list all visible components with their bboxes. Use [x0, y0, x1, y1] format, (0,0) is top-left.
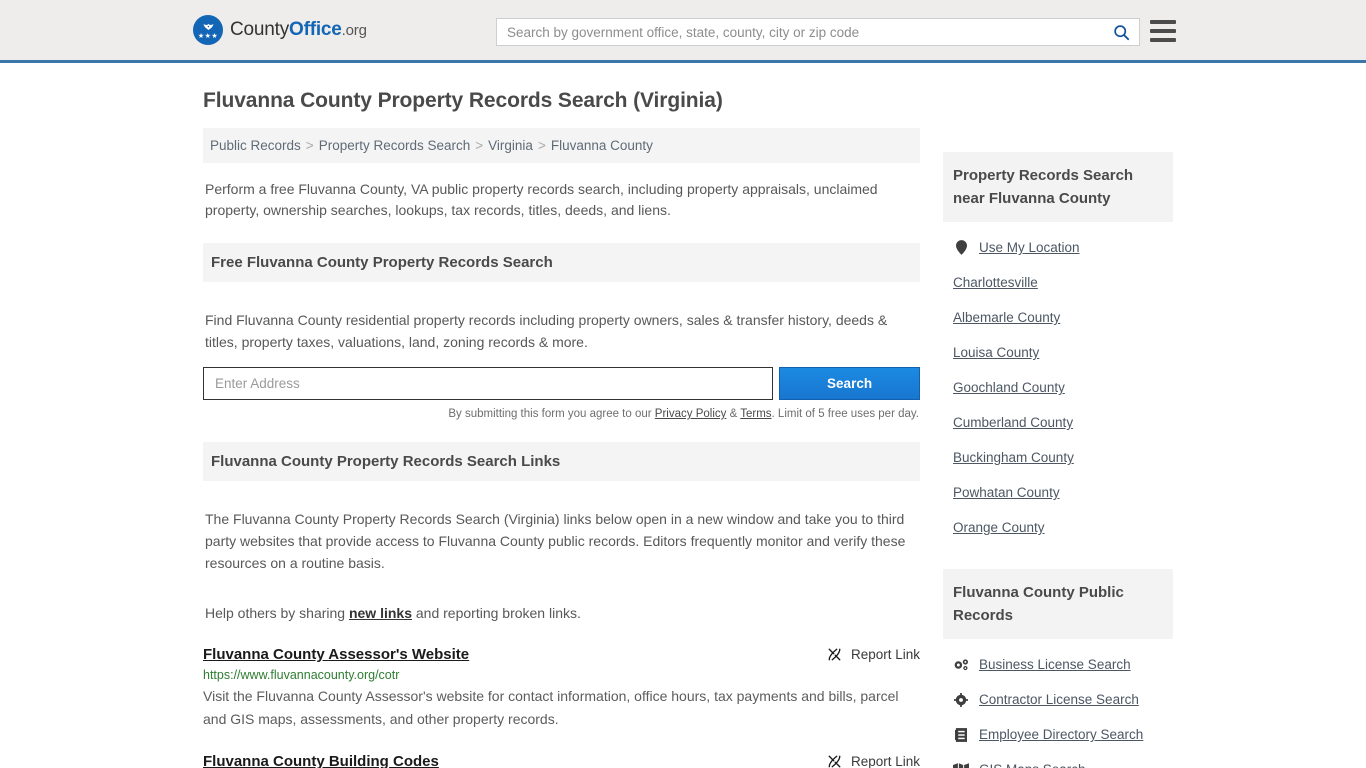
logo-wordmark: CountyOffice.org — [230, 19, 367, 41]
breadcrumb: Public Records > Property Records Search > V… — [203, 128, 920, 163]
public-records-panel-heading: Fluvanna County Public Records — [943, 569, 1173, 639]
logo-text-county: County — [230, 19, 290, 40]
nearby-panel-heading: Property Records Search near Fluvanna Co… — [943, 152, 1173, 222]
sidebar-link-label[interactable]: GIS Maps Search — [979, 762, 1086, 768]
global-search-input[interactable] — [497, 24, 1113, 40]
sidebar-link-label[interactable]: Albemarle County — [953, 310, 1060, 325]
sidebar-link-label[interactable]: Louisa County — [953, 345, 1039, 360]
search-icon[interactable] — [1113, 24, 1130, 41]
public-records-panel: Fluvanna County Public Records Business … — [943, 569, 1173, 768]
sidebar-item-business-license-search[interactable]: Business License Search — [953, 647, 1163, 682]
sidebar-link-label[interactable]: Buckingham County — [953, 450, 1074, 465]
sidebar-item-louisa-county[interactable]: Louisa County — [953, 335, 1163, 370]
report-link-label: Report Link — [850, 647, 920, 662]
search-button[interactable]: Search — [779, 367, 920, 400]
free-search-panel-body: Find Fluvanna County residential propert… — [205, 312, 888, 350]
breadcrumb-item-virginia[interactable]: Virginia — [488, 138, 533, 153]
sidebar-item-charlottesville[interactable]: Charlottesville — [953, 265, 1163, 300]
logo-stars: ★★★ — [197, 32, 219, 40]
sidebar-link-label[interactable]: Employee Directory Search — [979, 727, 1143, 742]
sidebar-item-employee-directory-search[interactable]: Employee Directory Search — [953, 717, 1163, 752]
sidebar: Property Records Search near Fluvanna Co… — [943, 128, 1173, 768]
result-description: Visit the Fluvanna County Assessor's web… — [203, 688, 899, 727]
result-header: Fluvanna County Building Codes Report Li… — [203, 753, 920, 768]
page-title: Fluvanna County Property Records Search … — [203, 89, 723, 112]
sidebar-item-use-my-location[interactable]: Use My Location — [953, 230, 1163, 265]
breadcrumb-item-public-records[interactable]: Public Records — [210, 138, 301, 153]
public-records-panel-list: Business License Search Contractor Licen… — [943, 639, 1173, 768]
eagle-glyph — [203, 23, 213, 30]
breadcrumb-separator: > — [537, 138, 546, 153]
sidebar-link-label[interactable]: Use My Location — [979, 240, 1080, 255]
site-header: ★★★ CountyOffice.org — [0, 0, 1366, 63]
logo-text-office: Office — [289, 19, 342, 40]
disclaimer-prefix: By submitting this form you agree to our — [448, 408, 655, 420]
sidebar-link-label[interactable]: Contractor License Search — [979, 692, 1139, 707]
disclaimer-suffix: . Limit of 5 free uses per day. — [771, 408, 919, 420]
privacy-policy-link[interactable]: Privacy Policy — [655, 408, 727, 420]
result-item: Fluvanna County Assessor's Website Repor… — [203, 646, 920, 731]
broken-link-icon — [827, 754, 842, 768]
sidebar-item-contractor-license-search[interactable]: Contractor License Search — [953, 682, 1163, 717]
breadcrumb-item-property-records-search[interactable]: Property Records Search — [319, 138, 471, 153]
sidebar-item-buckingham-county[interactable]: Buckingham County — [953, 440, 1163, 475]
global-search-bar[interactable] — [496, 18, 1140, 46]
report-link-button[interactable]: Report Link — [827, 647, 920, 662]
result-url: https://www.fluvannacounty.org/cotr — [203, 668, 400, 682]
nearby-panel-list: Use My Location Charlottesville Albemarl… — [943, 222, 1173, 545]
sidebar-link-label[interactable]: Goochland County — [953, 380, 1065, 395]
new-links-link[interactable]: new links — [349, 605, 412, 621]
help-suffix: and reporting broken links. — [412, 605, 581, 621]
result-title-link[interactable]: Fluvanna County Assessor's Website — [203, 646, 469, 663]
result-item: Fluvanna County Building Codes Report Li… — [203, 753, 920, 768]
site-logo[interactable]: ★★★ CountyOffice.org — [193, 15, 367, 45]
sidebar-item-powhatan-county[interactable]: Powhatan County — [953, 475, 1163, 510]
sidebar-link-label[interactable]: Powhatan County — [953, 485, 1060, 500]
report-link-label: Report Link — [850, 754, 920, 768]
directory-icon — [953, 727, 969, 742]
sidebar-item-goochland-county[interactable]: Goochland County — [953, 370, 1163, 405]
links-panel-heading: Fluvanna County Property Records Search … — [203, 442, 920, 481]
result-header: Fluvanna County Assessor's Website Repor… — [203, 646, 920, 663]
terms-link[interactable]: Terms — [740, 408, 771, 420]
cogs-icon — [953, 658, 969, 672]
form-disclaimer: By submitting this form you agree to our… — [203, 408, 920, 420]
nearby-search-panel: Property Records Search near Fluvanna Co… — [943, 152, 1173, 545]
broken-link-icon — [827, 647, 842, 662]
address-search-form: Search — [203, 367, 920, 400]
sidebar-link-label[interactable]: Business License Search — [979, 657, 1131, 672]
content-layout: Public Records > Property Records Search > V… — [203, 128, 1173, 768]
sidebar-item-gis-maps-search[interactable]: GIS Maps Search — [953, 752, 1163, 768]
sidebar-link-label[interactable]: Cumberland County — [953, 415, 1073, 430]
breadcrumb-separator: > — [305, 138, 314, 153]
page-lead-text: Perform a free Fluvanna County, VA publi… — [205, 181, 878, 218]
gear-icon — [953, 692, 969, 707]
free-search-panel-heading: Free Fluvanna County Property Records Se… — [203, 243, 920, 282]
disclaimer-amp: & — [726, 408, 741, 420]
breadcrumb-separator: > — [475, 138, 484, 153]
sidebar-item-cumberland-county[interactable]: Cumberland County — [953, 405, 1163, 440]
logo-text-org: .org — [341, 22, 367, 39]
links-panel-help: Help others by sharing new links and rep… — [203, 588, 920, 624]
main-column: Public Records > Property Records Search > V… — [203, 128, 920, 768]
address-input[interactable] — [203, 367, 774, 400]
hamburger-menu-icon[interactable] — [1150, 20, 1176, 42]
sidebar-link-label[interactable]: Orange County — [953, 520, 1045, 535]
page-container: Fluvanna County Property Records Search … — [0, 89, 1366, 768]
sidebar-link-label[interactable]: Charlottesville — [953, 275, 1038, 290]
eagle-seal-icon: ★★★ — [193, 15, 223, 45]
result-title-link[interactable]: Fluvanna County Building Codes — [203, 753, 439, 768]
breadcrumb-item-fluvanna-county[interactable]: Fluvanna County — [551, 138, 653, 153]
map-pin-icon — [953, 240, 969, 255]
map-icon — [953, 763, 969, 768]
links-panel-intro: The Fluvanna County Property Records Sea… — [205, 511, 906, 571]
help-prefix: Help others by sharing — [205, 605, 349, 621]
report-link-button[interactable]: Report Link — [827, 754, 920, 768]
sidebar-item-albemarle-county[interactable]: Albemarle County — [953, 300, 1163, 335]
sidebar-item-orange-county[interactable]: Orange County — [953, 510, 1163, 545]
